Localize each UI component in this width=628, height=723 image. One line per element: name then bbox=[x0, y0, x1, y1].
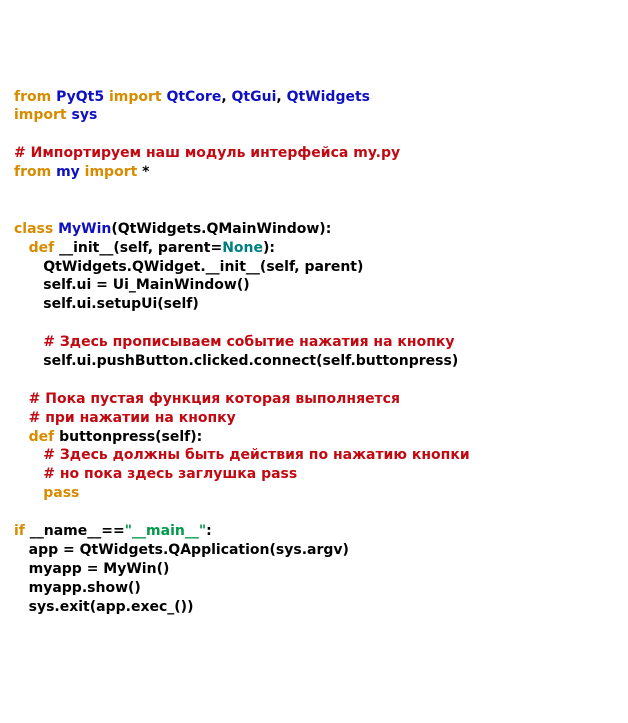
code-line: def buttonpress(self): bbox=[14, 429, 202, 445]
code-line: pass bbox=[14, 485, 79, 501]
kw-import: import bbox=[14, 107, 67, 123]
op-eq: == bbox=[101, 523, 124, 539]
mod-pyqt5: PyQt5 bbox=[56, 89, 104, 105]
code-line: self.ui.pushButton.clicked.connect(self.… bbox=[14, 353, 458, 369]
params: (self, parent= bbox=[113, 240, 222, 256]
kw-if: if bbox=[14, 523, 25, 539]
paren-base: (QtWidgets bbox=[111, 221, 201, 237]
code-block: from PyQt5 import QtCore, QtGui, QtWidge… bbox=[14, 88, 614, 617]
code-line: # но пока здесь заглушка pass bbox=[14, 466, 297, 482]
class-name: MyWin bbox=[58, 221, 111, 237]
code-line: myapp.show() bbox=[14, 580, 141, 596]
id-my: my bbox=[56, 164, 80, 180]
dunder-name: __name__ bbox=[30, 523, 102, 539]
code-line: from PyQt5 import QtCore, QtGui, QtWidge… bbox=[14, 89, 370, 105]
code-line: # Пока пустая функция которая выполняетс… bbox=[14, 391, 400, 407]
id-qtgui: QtGui bbox=[232, 89, 277, 105]
stmt: sys.exit(app.exec_()) bbox=[29, 599, 194, 615]
comment: # Пока пустая функция которая выполняетс… bbox=[29, 391, 400, 407]
comment: # при нажатии на кнопку bbox=[29, 410, 236, 426]
comment: # Здесь должны быть действия по нажатию … bbox=[43, 447, 469, 463]
stmt: self.ui = Ui_MainWindow() bbox=[43, 277, 249, 293]
kw-from: from bbox=[14, 89, 51, 105]
id-sys: sys bbox=[72, 107, 98, 123]
kw-from: from bbox=[14, 164, 51, 180]
code-line: sys.exit(app.exec_()) bbox=[14, 599, 193, 615]
code-line: # при нажатии на кнопку bbox=[14, 410, 236, 426]
code-line: myapp = MyWin() bbox=[14, 561, 169, 577]
kw-import: import bbox=[85, 164, 138, 180]
comment: # но пока здесь заглушка pass bbox=[43, 466, 297, 482]
base-tail: .QMainWindow): bbox=[201, 221, 331, 237]
code-line: app = QtWidgets.QApplication(sys.argv) bbox=[14, 542, 349, 558]
code-line: QtWidgets.QWidget.__init__(self, parent) bbox=[14, 259, 363, 275]
code-line: self.ui.setupUi(self) bbox=[14, 296, 199, 312]
code-line: if __name__=="__main__": bbox=[14, 523, 212, 539]
code-line: # Здесь должны быть действия по нажатию … bbox=[14, 447, 470, 463]
code-line: import sys bbox=[14, 107, 97, 123]
id-qtcore: QtCore bbox=[166, 89, 221, 105]
stmt: myapp = MyWin() bbox=[29, 561, 170, 577]
params: (self): bbox=[155, 429, 202, 445]
params-end: ): bbox=[263, 240, 275, 256]
fn-init: __init__ bbox=[59, 240, 113, 256]
code-line: class MyWin(QtWidgets.QMainWindow): bbox=[14, 221, 331, 237]
kw-class: class bbox=[14, 221, 53, 237]
code-line: def __init__(self, parent=None): bbox=[14, 240, 275, 256]
kw-def: def bbox=[29, 429, 55, 445]
kw-import: import bbox=[109, 89, 162, 105]
stmt: myapp.show() bbox=[29, 580, 141, 596]
code-line: from my import * bbox=[14, 164, 150, 180]
comment: # Здесь прописываем событие нажатия на к… bbox=[43, 334, 454, 350]
kw-pass: pass bbox=[43, 485, 79, 501]
kw-def: def bbox=[29, 240, 55, 256]
colon: : bbox=[206, 523, 212, 539]
stmt: self.ui.setupUi(self) bbox=[43, 296, 199, 312]
code-line: self.ui = Ui_MainWindow() bbox=[14, 277, 250, 293]
comment: # Импортируем наш модуль интерфейса my.p… bbox=[14, 145, 400, 161]
comma: , bbox=[221, 89, 226, 105]
fn-buttonpress: buttonpress bbox=[59, 429, 155, 445]
stmt: self.ui.pushButton.clicked.connect(self.… bbox=[43, 353, 458, 369]
comma: , bbox=[276, 89, 281, 105]
none: None bbox=[222, 240, 263, 256]
stmt: app = QtWidgets.QApplication(sys.argv) bbox=[29, 542, 349, 558]
id-qtwidgets: QtWidgets bbox=[287, 89, 370, 105]
star: * bbox=[142, 164, 149, 180]
stmt: QtWidgets.QWidget.__init__(self, parent) bbox=[43, 259, 363, 275]
code-line: # Здесь прописываем событие нажатия на к… bbox=[14, 334, 455, 350]
str-main: "__main__" bbox=[125, 523, 206, 539]
